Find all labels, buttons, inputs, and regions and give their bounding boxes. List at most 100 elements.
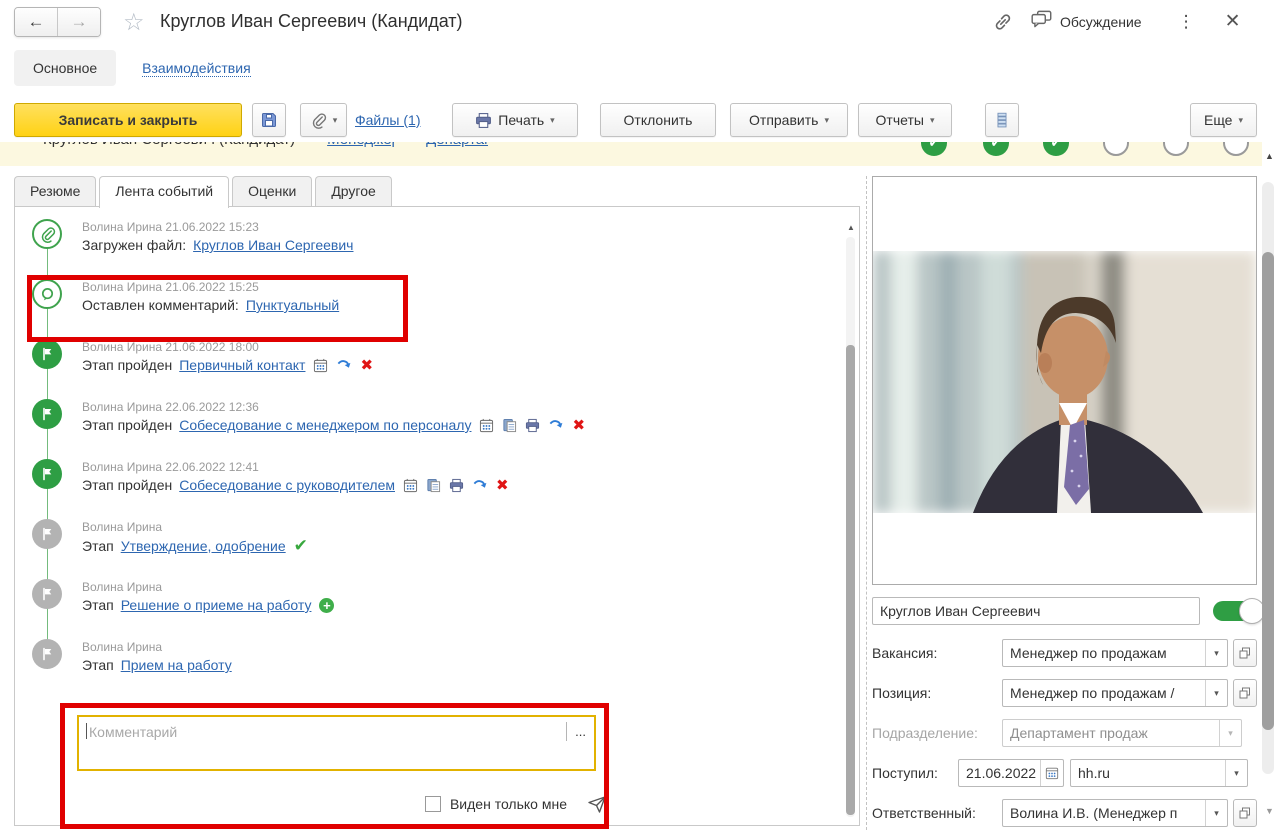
feed-entry-link[interactable]: Собеседование с руководителем bbox=[179, 477, 395, 493]
print-icon[interactable] bbox=[449, 478, 464, 493]
candidate-name-input[interactable]: Круглов Иван Сергеевич bbox=[872, 597, 1200, 625]
discussion-label: Обсуждение bbox=[1060, 13, 1142, 30]
feed-entry-link[interactable]: Круглов Иван Сергеевич bbox=[193, 237, 353, 253]
feed-scrollbar[interactable]: ▲ bbox=[846, 223, 855, 817]
tab-interactions[interactable]: Взаимодействия bbox=[142, 60, 251, 77]
redo-icon[interactable] bbox=[548, 418, 564, 433]
clipboard-icon[interactable] bbox=[502, 418, 517, 433]
link-icon[interactable] bbox=[992, 11, 1014, 33]
right-scrollbar[interactable] bbox=[1262, 182, 1274, 774]
print-button[interactable]: Печать ▾ bbox=[452, 103, 578, 137]
back-button[interactable]: ← bbox=[15, 8, 57, 36]
position-field[interactable]: Менеджер по продажам / ▾ bbox=[1002, 679, 1228, 707]
print-icon[interactable] bbox=[525, 418, 540, 433]
forward-button[interactable]: → bbox=[57, 8, 100, 36]
reject-button[interactable]: Отклонить bbox=[600, 103, 716, 137]
attach-dropdown-button[interactable]: ▾ bbox=[300, 103, 347, 137]
discussion-button[interactable]: Обсуждение bbox=[1030, 8, 1142, 35]
redo-icon[interactable] bbox=[472, 478, 488, 493]
feed-entry: Волина Ирина Этап Прием на работу bbox=[16, 639, 841, 699]
vacancy-dropdown-icon[interactable]: ▾ bbox=[1205, 640, 1227, 666]
page-title: Круглов Иван Сергеевич (Кандидат) bbox=[160, 11, 463, 31]
calendar-icon[interactable] bbox=[403, 478, 418, 493]
received-date-field[interactable]: 21.06.2022 bbox=[958, 759, 1064, 787]
feed-entry-link[interactable]: Первичный контакт bbox=[179, 357, 305, 373]
reports-button[interactable]: Отчеты ▾ bbox=[858, 103, 952, 137]
feed-tab-inactive[interactable]: Оценки bbox=[232, 176, 313, 206]
comment-more-button[interactable]: ... bbox=[566, 722, 591, 741]
structure-button[interactable] bbox=[985, 103, 1019, 137]
feed-entry-link[interactable]: Собеседование с менеджером по персоналу bbox=[179, 417, 471, 433]
comment-icon bbox=[32, 279, 62, 309]
private-checkbox[interactable] bbox=[424, 796, 441, 812]
vacancy-open-button[interactable] bbox=[1233, 639, 1257, 667]
save-button[interactable] bbox=[252, 103, 286, 137]
delete-icon[interactable]: ✖ bbox=[572, 418, 585, 433]
scrollbar-up-icon[interactable]: ▲ bbox=[847, 223, 855, 232]
feed-entry-link[interactable]: Решение о приеме на работу bbox=[121, 597, 312, 613]
responsible-dropdown-icon[interactable]: ▾ bbox=[1205, 800, 1227, 826]
stage-pending-icon[interactable] bbox=[1163, 142, 1189, 156]
discussion-icon bbox=[1030, 8, 1054, 35]
feed-entry: Волина Ирина 21.06.2022 18:00 Этап пройде… bbox=[16, 339, 841, 399]
calendar-icon[interactable] bbox=[479, 418, 494, 433]
stage-pending-icon[interactable] bbox=[1223, 142, 1249, 156]
send-button[interactable]: Отправить ▾ bbox=[730, 103, 848, 137]
stage-done-icon[interactable]: ✔ bbox=[983, 142, 1009, 156]
active-toggle[interactable] bbox=[1213, 598, 1265, 624]
stage-pending-icon[interactable] bbox=[1103, 142, 1129, 156]
position-open-button[interactable] bbox=[1233, 679, 1257, 707]
stage-progress-band: Круглов Иван Сергеевич (Кандидат) Менедж… bbox=[0, 142, 1262, 166]
department-label: Подразделение: bbox=[872, 725, 978, 741]
stage-done-icon[interactable]: ✔ bbox=[1043, 142, 1069, 156]
calendar-icon[interactable] bbox=[313, 358, 328, 373]
clipboard-icon[interactable] bbox=[426, 478, 441, 493]
approve-icon[interactable]: ✔ bbox=[294, 537, 308, 554]
more-menu-icon[interactable]: ⋮ bbox=[1172, 12, 1201, 32]
add-icon[interactable]: + bbox=[319, 597, 335, 613]
more-button[interactable]: Еще ▾ bbox=[1190, 103, 1257, 137]
feed-entry-link[interactable]: Утверждение, одобрение bbox=[121, 538, 286, 554]
files-link[interactable]: Файлы (1) bbox=[355, 112, 420, 128]
feed-tab-inactive[interactable]: Резюме bbox=[14, 176, 97, 206]
flag-pending-icon bbox=[32, 639, 62, 669]
panel-splitter[interactable] bbox=[866, 176, 867, 830]
feed-tab-active[interactable]: Лента событий bbox=[99, 176, 230, 208]
feed-entry-link[interactable]: Прием на работу bbox=[121, 657, 232, 673]
print-label: Печать bbox=[498, 112, 545, 128]
feed-entry-text: Этап пройден bbox=[82, 477, 173, 493]
responsible-field[interactable]: Волина И.В. (Менеджер п ▾ bbox=[1002, 799, 1228, 827]
send-comment-icon[interactable] bbox=[586, 793, 608, 815]
stage-done-icon[interactable]: ✔ bbox=[921, 142, 947, 156]
favorite-star-icon[interactable]: ☆ bbox=[123, 8, 145, 37]
delete-icon[interactable]: ✖ bbox=[360, 358, 373, 373]
feed-tab-inactive[interactable]: Другое bbox=[315, 176, 392, 206]
clipped-vacancy-link[interactable]: Менеджер по продажам bbox=[327, 142, 394, 148]
department-dropdown-icon: ▾ bbox=[1219, 720, 1241, 746]
feed-entry: Волина Ирина Этап Утверждение, одобрение ✔ bbox=[16, 519, 841, 579]
position-value: Менеджер по продажам / bbox=[1010, 685, 1175, 701]
comment-input[interactable]: Комментарий ... bbox=[77, 715, 596, 771]
scrollbar-track[interactable] bbox=[846, 237, 855, 817]
scroll-up-icon[interactable]: ▲ bbox=[1265, 151, 1274, 161]
clipped-department-link[interactable]: Департамент продаж bbox=[426, 142, 488, 148]
source-field[interactable]: hh.ru ▾ bbox=[1070, 759, 1248, 787]
scroll-down-icon[interactable]: ▼ bbox=[1265, 806, 1274, 816]
position-dropdown-icon[interactable]: ▾ bbox=[1205, 680, 1227, 706]
vacancy-field[interactable]: Менеджер по продажам ▾ bbox=[1002, 639, 1228, 667]
feed-entry-meta: Волина Ирина bbox=[82, 580, 163, 594]
responsible-open-button[interactable] bbox=[1233, 799, 1257, 827]
redo-icon[interactable] bbox=[336, 358, 352, 373]
close-icon[interactable]: ✕ bbox=[1225, 10, 1241, 33]
scrollbar-thumb[interactable] bbox=[846, 345, 855, 815]
save-and-close-button[interactable]: Записать и закрыть bbox=[14, 103, 242, 137]
tab-main[interactable]: Основное bbox=[14, 50, 117, 86]
calendar-picker-icon[interactable] bbox=[1040, 760, 1063, 786]
feed-entry-link[interactable]: Пунктуальный bbox=[246, 297, 339, 313]
candidate-photo[interactable] bbox=[872, 176, 1257, 585]
flag-pending-icon bbox=[32, 519, 62, 549]
right-scrollbar-thumb[interactable] bbox=[1262, 252, 1274, 730]
source-dropdown-icon[interactable]: ▾ bbox=[1225, 760, 1247, 786]
stack-icon bbox=[997, 112, 1007, 128]
delete-icon[interactable]: ✖ bbox=[496, 478, 509, 493]
